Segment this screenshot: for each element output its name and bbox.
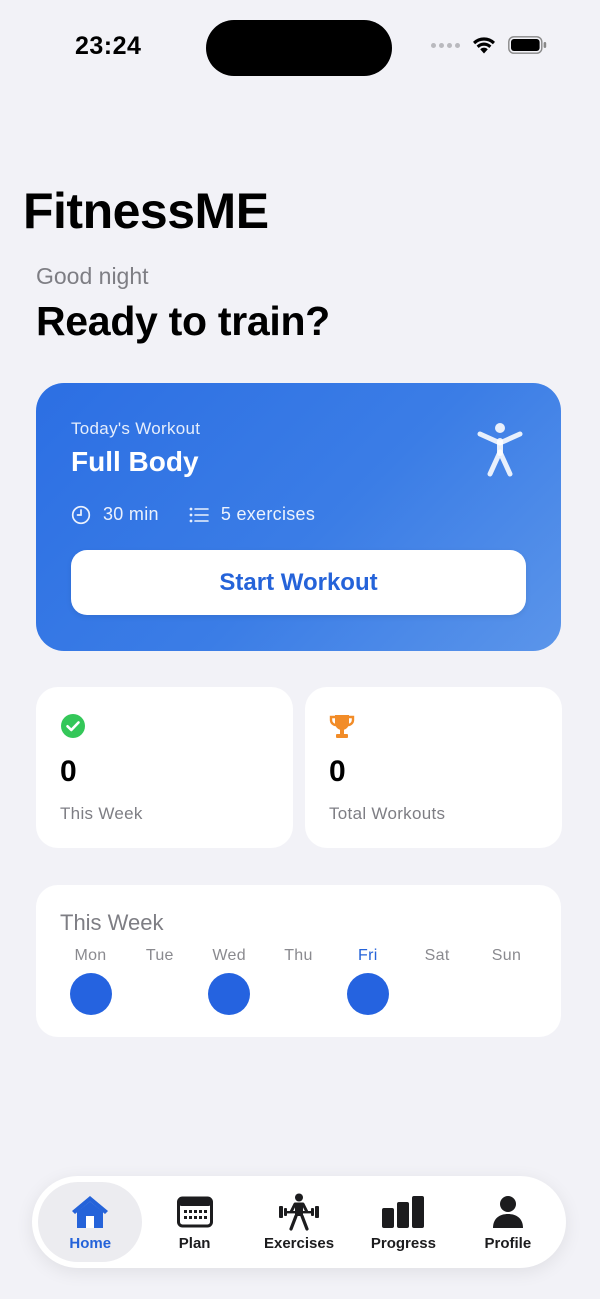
day-label: Sat: [424, 947, 450, 964]
duration-text: 30 min: [103, 504, 159, 524]
workout-card-label: Today's Workout: [71, 419, 201, 438]
day-indicator: [139, 973, 181, 1015]
tab-bar: Home Plan Exercises Progress Profile: [32, 1176, 566, 1268]
calendar-icon: [176, 1193, 213, 1231]
duration-info: 30 min: [71, 504, 159, 525]
person-icon: [492, 1193, 524, 1231]
day-thu: Thu: [264, 947, 333, 1015]
exercises-count-text: 5 exercises: [220, 504, 316, 524]
weightlifter-icon: [278, 1193, 320, 1231]
status-indicators: [431, 36, 548, 54]
day-tue: Tue: [125, 947, 194, 1015]
day-indicator: [69, 973, 112, 1015]
list-icon: [189, 507, 209, 522]
day-label: Tue: [145, 947, 174, 964]
workout-meta: 30 min 5 exercises: [71, 504, 345, 525]
greeting-text: Good night: [36, 263, 149, 289]
clock-icon: [71, 505, 91, 524]
wifi-icon: [473, 37, 495, 54]
stat-label: This Week: [60, 804, 143, 823]
tab-label: Home: [69, 1234, 112, 1252]
exercises-info: 5 exercises: [189, 504, 315, 525]
stat-card-total-workouts: 0 Total Workouts: [305, 687, 562, 848]
tab-label: Plan: [178, 1234, 211, 1252]
day-label: Sun: [491, 947, 522, 964]
bar-chart-icon: [381, 1193, 425, 1231]
day-indicator: [208, 973, 251, 1015]
day-mon: Mon: [56, 947, 125, 1015]
tab-exercises[interactable]: Exercises: [247, 1182, 351, 1262]
home-screen: 23:24 FitnessME Good night Ready to trai…: [0, 0, 600, 1299]
stat-value: 0: [329, 755, 346, 788]
day-sat: Sat: [403, 947, 472, 1015]
tab-label: Profile: [484, 1234, 532, 1252]
app-title: FitnessME: [23, 183, 269, 239]
person-arms-up-icon: [477, 421, 523, 482]
tab-profile[interactable]: Profile: [456, 1182, 560, 1262]
day-indicator: [277, 973, 319, 1015]
tab-label: Progress: [370, 1234, 436, 1252]
week-progress-card: This Week Mon Tue Wed Thu Fri Sat Sun: [36, 885, 561, 1037]
todays-workout-card[interactable]: Today's Workout Full Body 30 min 5 exerc…: [36, 383, 561, 651]
tab-home[interactable]: Home: [38, 1182, 143, 1262]
day-label: Mon: [74, 947, 107, 964]
dynamic-island: [206, 20, 392, 76]
tab-label: Exercises: [263, 1234, 335, 1252]
house-icon: [70, 1193, 110, 1231]
day-wed: Wed: [195, 947, 264, 1015]
stat-value: 0: [60, 755, 77, 788]
workout-title: Full Body: [71, 446, 199, 477]
battery-icon: [508, 36, 547, 54]
checkmark-circle-icon: [60, 713, 86, 744]
cellular-signal-icon: [431, 42, 460, 48]
week-days: Mon Tue Wed Thu Fri Sat Sun: [56, 947, 541, 1015]
stat-card-this-week: 0 This Week: [36, 687, 293, 848]
day-label: Wed: [212, 947, 246, 964]
trophy-icon: [329, 713, 355, 746]
start-workout-button[interactable]: Start Workout: [71, 550, 526, 615]
day-sun: Sun: [472, 947, 541, 1015]
day-label: Fri: [358, 947, 378, 964]
tab-plan[interactable]: Plan: [142, 1182, 246, 1262]
day-indicator: [485, 973, 527, 1015]
tab-progress[interactable]: Progress: [351, 1182, 455, 1262]
day-fri: Fri: [333, 947, 402, 1015]
week-card-title: This Week: [60, 910, 164, 935]
day-indicator: [346, 973, 389, 1015]
stat-label: Total Workouts: [329, 804, 446, 823]
headline: Ready to train?: [36, 298, 330, 344]
day-indicator: [416, 973, 458, 1015]
status-time: 23:24: [75, 32, 142, 60]
day-label: Thu: [284, 947, 313, 964]
